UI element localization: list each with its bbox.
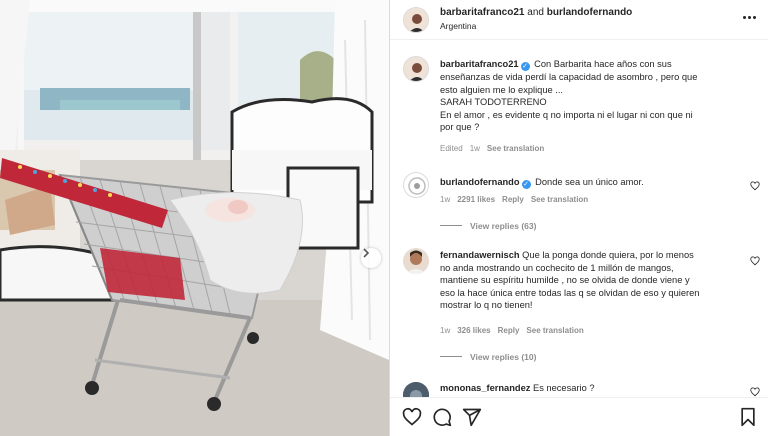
post-side-panel: barbaritafranco21 and burlandofernando A…: [389, 0, 768, 436]
author-username-1[interactable]: barbaritafranco21: [440, 7, 524, 18]
caption-meta: Edited 1w See translation: [440, 144, 551, 153]
comment-text: fernandawernisch Que la ponga donde quie…: [440, 249, 745, 312]
photo-scene: [0, 0, 389, 436]
bookmark-icon[interactable]: [738, 407, 758, 427]
heart-icon[interactable]: [402, 407, 422, 427]
caption-line: En el amor , es evidente q no importa ni…: [440, 109, 693, 120]
comment-meta: 1w 326 likes Reply See translation: [440, 326, 591, 335]
commenter-avatar[interactable]: [403, 172, 429, 198]
comment-username[interactable]: mononas_fernandez: [440, 383, 530, 393]
view-replies-button[interactable]: View replies (63): [440, 221, 536, 231]
caption-line: por que ?: [440, 122, 480, 133]
comment-body: Que la ponga donde quiera, por lo menos: [522, 250, 694, 260]
post-photo[interactable]: [0, 0, 389, 436]
more-dots-icon: [743, 16, 746, 19]
caption-line: SARAH TODOTERRENO: [440, 97, 547, 108]
comment-username[interactable]: fernandawernisch: [440, 250, 520, 260]
comment-body: Es necesario ?: [533, 383, 595, 393]
heart-icon[interactable]: [750, 181, 760, 191]
post-header: barbaritafranco21 and burlandofernando A…: [390, 0, 768, 40]
view-replies-button[interactable]: View replies (10): [440, 352, 536, 362]
caption-line: esto alguien me lo explique ...: [440, 84, 564, 95]
caption-line: Con Barbarita hace años con sus: [534, 59, 672, 69]
caption-timestamp[interactable]: 1w: [470, 144, 480, 153]
comment-icon[interactable]: [432, 407, 452, 427]
comment-body: Donde sea un único amor.: [535, 177, 644, 187]
comment-body: mantiene su espíritu humilde , no se olv…: [440, 275, 690, 286]
reply-button[interactable]: Reply: [498, 326, 520, 335]
post-authors: barbaritafranco21 and burlandofernando: [440, 7, 632, 18]
caption-text: barbaritafranco21 ✓ Con Barbarita hace añ…: [440, 58, 745, 134]
comment-text: mononas_fernandez Es necesario ?: [440, 382, 745, 395]
heart-icon[interactable]: [750, 256, 760, 266]
comment-meta: 1w 2291 likes Reply See translation: [440, 195, 595, 204]
commenter-avatar[interactable]: [403, 382, 429, 397]
heart-icon[interactable]: [750, 387, 760, 397]
reply-button[interactable]: Reply: [502, 195, 524, 204]
chevron-right-icon: [363, 248, 370, 258]
next-photo-button[interactable]: [361, 248, 381, 268]
comment-timestamp[interactable]: 1w: [440, 195, 450, 204]
see-translation-link[interactable]: See translation: [531, 195, 588, 204]
view-replies-label: View replies (63): [470, 221, 537, 231]
edited-label: Edited: [440, 144, 463, 153]
see-translation-link[interactable]: See translation: [487, 144, 544, 153]
comment-timestamp[interactable]: 1w: [440, 326, 450, 335]
caption-username[interactable]: barbaritafranco21: [440, 59, 519, 69]
instagram-post-view: barbaritafranco21 and burlandofernando A…: [0, 0, 768, 436]
comment-likes[interactable]: 2291 likes: [457, 195, 495, 204]
post-action-bar: [390, 397, 768, 436]
verified-badge-icon: ✓: [521, 180, 531, 189]
comment-item: mononas_fernandez Es necesario ?: [390, 378, 768, 397]
comment-body: mostrar lo q no tienen!: [440, 300, 533, 311]
commenter-avatar[interactable]: [403, 248, 429, 274]
more-options-button[interactable]: [742, 12, 758, 24]
and-text: and: [527, 7, 544, 18]
verified-badge-icon: ✓: [520, 62, 530, 71]
comment-text: burlandofernando ✓ Donde sea un único amo…: [440, 176, 745, 189]
author-avatar[interactable]: [403, 7, 429, 33]
post-location[interactable]: Argentina: [440, 21, 476, 31]
caption-line: enseñanzas de vida perdí la capacidad de…: [440, 72, 698, 82]
author-username-2[interactable]: burlandofernando: [547, 7, 633, 18]
comment-likes[interactable]: 326 likes: [457, 326, 490, 335]
see-translation-link[interactable]: See translation: [526, 326, 583, 335]
comment-body: no anda mostrando un cochecito de 1 mill…: [440, 262, 674, 273]
paper-plane-icon[interactable]: [462, 407, 482, 427]
comment-body: eso la hace única entre todas las q se o…: [440, 287, 700, 298]
caption-avatar[interactable]: [403, 56, 429, 82]
comment-username[interactable]: burlandofernando: [440, 177, 520, 187]
view-replies-label: View replies (10): [470, 352, 537, 362]
